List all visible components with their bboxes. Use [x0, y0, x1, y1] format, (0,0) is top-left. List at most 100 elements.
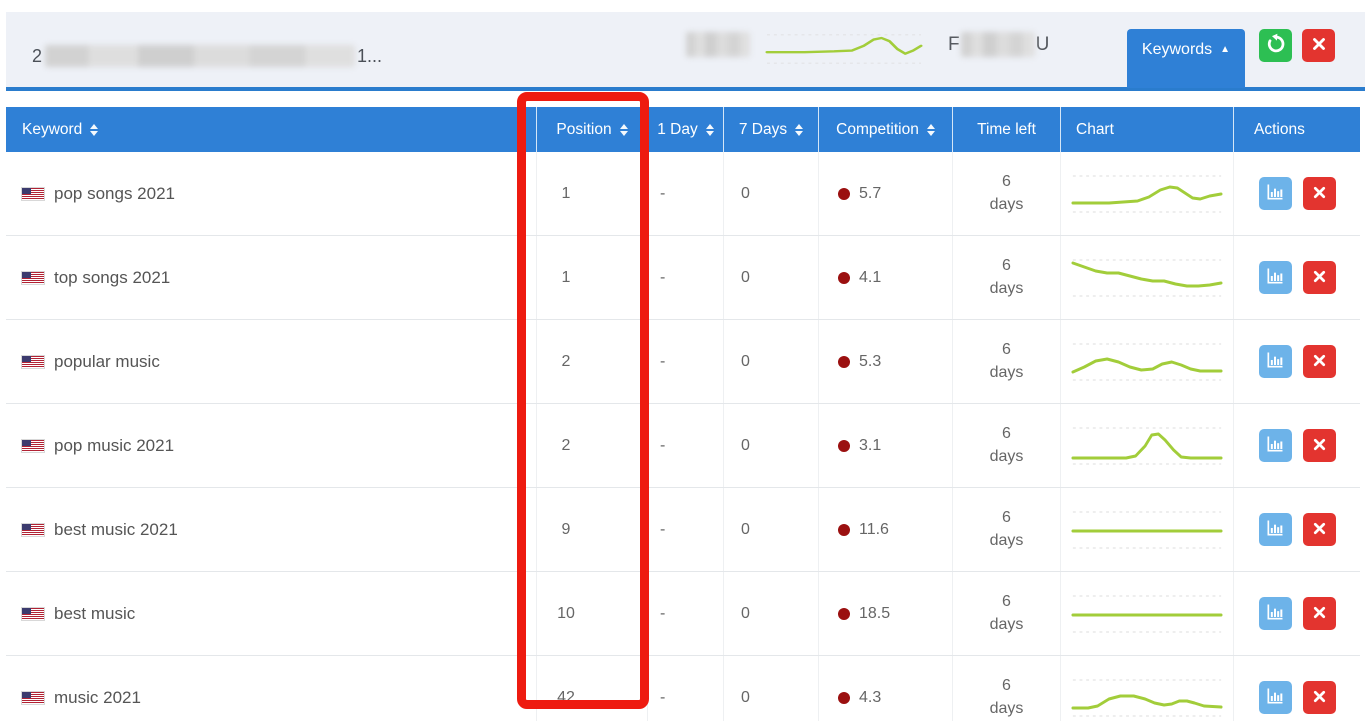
open-chart-button[interactable]	[1259, 177, 1292, 210]
time-left-value: 6	[1002, 171, 1011, 193]
chart-cell	[1061, 320, 1234, 403]
keyword-cell: pop songs 2021	[6, 152, 537, 235]
delete-keyword-button[interactable]	[1303, 597, 1336, 630]
refresh-button[interactable]	[1259, 29, 1292, 62]
close-icon	[1311, 520, 1328, 540]
sort-icon	[927, 124, 935, 136]
seven-day-change-cell: 0	[724, 152, 819, 235]
open-chart-button[interactable]	[1259, 681, 1292, 714]
redacted-project-name	[45, 45, 355, 67]
competition-value: 18.5	[859, 605, 890, 623]
competition-dot-icon	[838, 608, 850, 620]
time-left-unit: days	[990, 362, 1024, 384]
competition-cell: 5.7	[819, 152, 953, 235]
seven-day-change-cell: 0	[724, 320, 819, 403]
time-left-value: 6	[1002, 591, 1011, 613]
competition-dot-icon	[838, 272, 850, 284]
time-left-cell: 6 days	[953, 656, 1061, 721]
open-chart-button[interactable]	[1259, 597, 1292, 630]
competition-value: 5.3	[859, 353, 881, 371]
bar-chart-icon	[1265, 518, 1285, 541]
delete-keyword-button[interactable]	[1303, 429, 1336, 462]
close-icon	[1311, 352, 1328, 372]
column-header-7days[interactable]: 7 Days	[724, 107, 819, 152]
position-cell: 9	[537, 488, 648, 571]
one-day-change-cell: -	[648, 572, 724, 655]
time-left-unit: days	[990, 446, 1024, 468]
close-project-button[interactable]	[1302, 29, 1335, 62]
chart-cell	[1061, 152, 1234, 235]
bar-chart-icon	[1265, 266, 1285, 289]
bar-chart-icon	[1265, 182, 1285, 205]
actions-cell	[1234, 572, 1360, 655]
rank-history-sparkline	[1071, 670, 1223, 721]
keyword-label: music 2021	[54, 688, 141, 708]
time-left-unit: days	[990, 278, 1024, 300]
table-row: best music 2021 9 - 0 11.6 6 days	[6, 488, 1360, 572]
one-day-change-cell: -	[648, 236, 724, 319]
delete-keyword-button[interactable]	[1303, 177, 1336, 210]
time-left-cell: 6 days	[953, 404, 1061, 487]
competition-value: 5.7	[859, 185, 881, 203]
position-cell: 2	[537, 404, 648, 487]
time-left-cell: 6 days	[953, 488, 1061, 571]
actions-cell	[1234, 404, 1360, 487]
delete-keyword-button[interactable]	[1303, 681, 1336, 714]
keyword-cell: top songs 2021	[6, 236, 537, 319]
actions-cell	[1234, 236, 1360, 319]
bar-chart-icon	[1265, 350, 1285, 373]
table-row: popular music 2 - 0 5.3 6 days	[6, 320, 1360, 404]
table-row: pop music 2021 2 - 0 3.1 6 days	[6, 404, 1360, 488]
rank-history-sparkline	[1071, 586, 1223, 642]
time-left-unit: days	[990, 614, 1024, 636]
site-label-prefix: F	[948, 34, 960, 56]
column-header-chart: Chart	[1061, 107, 1234, 152]
delete-keyword-button[interactable]	[1303, 345, 1336, 378]
competition-dot-icon	[838, 188, 850, 200]
delete-keyword-button[interactable]	[1303, 513, 1336, 546]
seven-day-change-cell: 0	[724, 656, 819, 721]
open-chart-button[interactable]	[1259, 345, 1292, 378]
time-left-value: 6	[1002, 339, 1011, 361]
us-flag-icon	[22, 188, 44, 200]
competition-value: 4.1	[859, 269, 881, 287]
column-header-competition[interactable]: Competition	[819, 107, 953, 152]
actions-cell	[1234, 488, 1360, 571]
keyword-cell: music 2021	[6, 656, 537, 721]
column-header-keyword[interactable]: Keyword	[6, 107, 537, 152]
time-left-cell: 6 days	[953, 152, 1061, 235]
us-flag-icon	[22, 608, 44, 620]
table-row: music 2021 42 - 0 4.3 6 days	[6, 656, 1360, 721]
column-header-1day[interactable]: 1 Day	[648, 107, 724, 152]
keywords-dropdown-label: Keywords	[1142, 41, 1212, 59]
open-chart-button[interactable]	[1259, 261, 1292, 294]
column-header-position[interactable]: Position	[537, 107, 648, 152]
competition-value: 3.1	[859, 437, 881, 455]
close-icon	[1311, 604, 1328, 624]
sort-icon	[795, 124, 803, 136]
time-left-value: 6	[1002, 255, 1011, 277]
site-label-suffix: U	[1036, 34, 1050, 56]
competition-value: 4.3	[859, 689, 881, 707]
keywords-table: Keyword Position 1 Day 7 Days Competitio…	[6, 107, 1360, 721]
open-chart-button[interactable]	[1259, 429, 1292, 462]
us-flag-icon	[22, 356, 44, 368]
delete-keyword-button[interactable]	[1303, 261, 1336, 294]
position-cell: 2	[537, 320, 648, 403]
close-icon	[1310, 35, 1328, 56]
keywords-dropdown-button[interactable]: Keywords ▲	[1127, 29, 1245, 88]
keyword-cell: pop music 2021	[6, 404, 537, 487]
time-left-value: 6	[1002, 507, 1011, 529]
us-flag-icon	[22, 272, 44, 284]
chart-cell	[1061, 488, 1234, 571]
open-chart-button[interactable]	[1259, 513, 1292, 546]
time-left-cell: 6 days	[953, 236, 1061, 319]
bar-chart-icon	[1265, 602, 1285, 625]
project-title-prefix: 2	[32, 46, 42, 67]
seven-day-change-cell: 0	[724, 404, 819, 487]
keyword-cell: best music	[6, 572, 537, 655]
competition-cell: 11.6	[819, 488, 953, 571]
chevron-up-icon: ▲	[1220, 44, 1230, 55]
competition-dot-icon	[838, 356, 850, 368]
competition-cell: 4.1	[819, 236, 953, 319]
